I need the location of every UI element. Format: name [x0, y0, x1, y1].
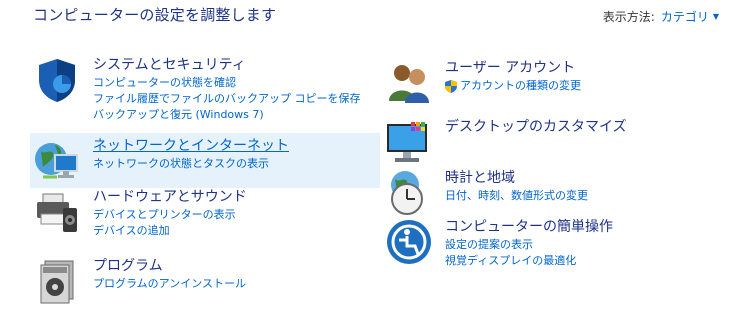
hardware-sound-heading[interactable]: ハードウェアとサウンド [93, 188, 247, 206]
network-status-link[interactable]: ネットワークの状態とタスクの表示 [93, 156, 289, 172]
view-by-dropdown[interactable]: カテゴリ ▼ [661, 8, 719, 25]
backup-restore-link[interactable]: バックアップと復元 (Windows 7) [93, 107, 361, 123]
system-security-heading[interactable]: システムとセキュリティ [93, 56, 361, 74]
view-by-label: 表示方法: [602, 10, 655, 24]
chevron-down-icon: ▼ [712, 12, 719, 21]
file-history-link[interactable]: ファイル履歴でファイルのバックアップ コピーを保存 [93, 91, 361, 107]
printer-icon [37, 193, 77, 232]
uac-shield-icon [445, 79, 457, 93]
programs-icon [40, 260, 74, 304]
view-by-value: カテゴリ [660, 10, 709, 24]
page-title: コンピューターの設定を調整します [33, 6, 277, 24]
user-accounts-heading[interactable]: ユーザー アカウント [445, 59, 581, 77]
clock-icon [391, 171, 423, 215]
network-icon [35, 143, 78, 179]
change-account-type-label: アカウントの種類の変更 [460, 79, 581, 92]
category-programs: プログラム プログラムのアンインストール [33, 257, 246, 305]
view-by: 表示方法: カテゴリ ▼ [603, 8, 719, 25]
category-network-internet[interactable]: ネットワークとインターネット ネットワークの状態とタスクの表示 [30, 133, 380, 188]
category-user-accounts: ユーザー アカウント アカウントの種類の変更 [385, 59, 581, 107]
network-internet-heading[interactable]: ネットワークとインターネット [93, 137, 289, 155]
devices-printers-link[interactable]: デバイスとプリンターの表示 [93, 207, 247, 223]
monitor-icon [387, 122, 427, 162]
ease-of-access-icon [387, 220, 431, 264]
category-clock-region: 時計と地域 日付、時刻、数値形式の変更 [385, 169, 588, 217]
suggested-settings-link[interactable]: 設定の提案の表示 [445, 237, 613, 253]
shield-icon [39, 59, 75, 102]
optimize-display-link[interactable]: 視覚ディスプレイの最適化 [445, 253, 613, 269]
clock-region-heading[interactable]: 時計と地域 [445, 169, 588, 187]
ease-of-access-heading[interactable]: コンピューターの簡単操作 [445, 218, 613, 236]
uninstall-program-link[interactable]: プログラムのアンインストール [93, 276, 246, 292]
category-hardware-sound: ハードウェアとサウンド デバイスとプリンターの表示 デバイスの追加 [33, 188, 247, 239]
category-desktop-customization: デスクトップのカスタマイズ [385, 118, 627, 166]
category-system-security: システムとセキュリティ コンピューターの状態を確認 ファイル履歴でファイルのバッ… [33, 56, 361, 123]
check-status-link[interactable]: コンピューターの状態を確認 [93, 75, 361, 91]
category-ease-of-access: コンピューターの簡単操作 設定の提案の表示 視覚ディスプレイの最適化 [385, 218, 613, 269]
desktop-customization-heading[interactable]: デスクトップのカスタマイズ [445, 118, 627, 136]
users-icon [389, 65, 429, 103]
add-device-link[interactable]: デバイスの追加 [93, 223, 247, 239]
date-time-format-link[interactable]: 日付、時刻、数値形式の変更 [445, 188, 588, 204]
programs-heading[interactable]: プログラム [93, 257, 246, 275]
change-account-type-link[interactable]: アカウントの種類の変更 [445, 78, 581, 94]
